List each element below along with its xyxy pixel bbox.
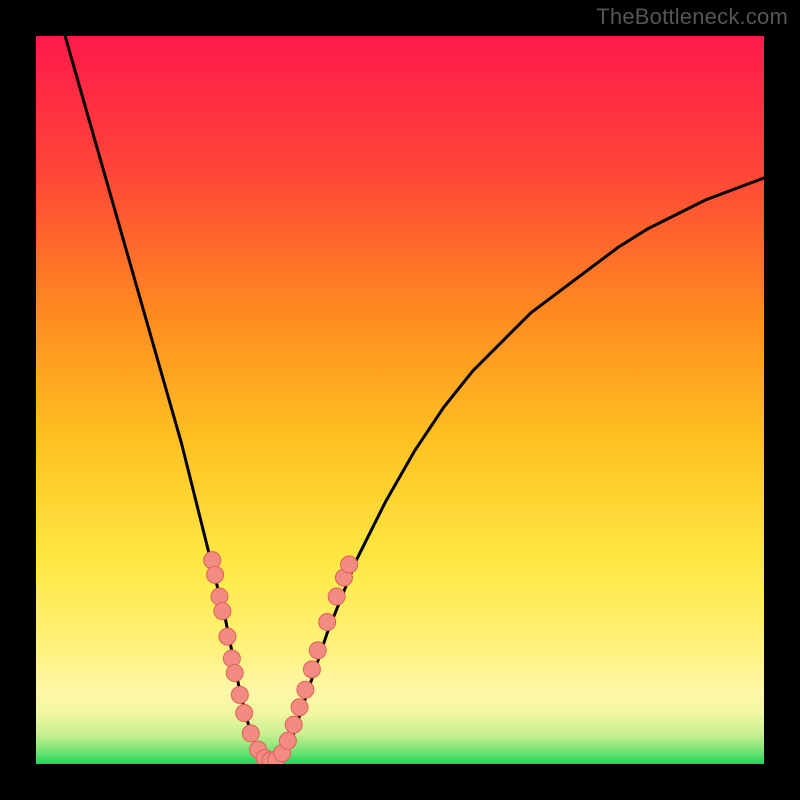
data-dot — [279, 732, 296, 749]
chart-svg — [36, 36, 764, 764]
data-dot — [328, 588, 345, 605]
data-dot — [285, 716, 302, 733]
data-dot — [219, 628, 236, 645]
data-dot — [291, 699, 308, 716]
data-dot — [309, 642, 326, 659]
data-dot — [319, 614, 336, 631]
watermark-text: TheBottleneck.com — [596, 4, 788, 30]
chart-frame: TheBottleneck.com — [0, 0, 800, 800]
data-dot — [207, 566, 224, 583]
data-dot — [297, 681, 314, 698]
bottleneck-curve — [65, 36, 764, 760]
data-dot — [226, 665, 243, 682]
plot-area — [36, 36, 764, 764]
data-dot — [214, 603, 231, 620]
data-dot — [303, 661, 320, 678]
data-dot — [231, 686, 248, 703]
data-dot — [211, 588, 228, 605]
curve-dots — [204, 552, 358, 764]
data-dot — [204, 552, 221, 569]
data-dot — [341, 556, 358, 573]
data-dot — [236, 705, 253, 722]
data-dot — [223, 650, 240, 667]
data-dot — [242, 725, 259, 742]
